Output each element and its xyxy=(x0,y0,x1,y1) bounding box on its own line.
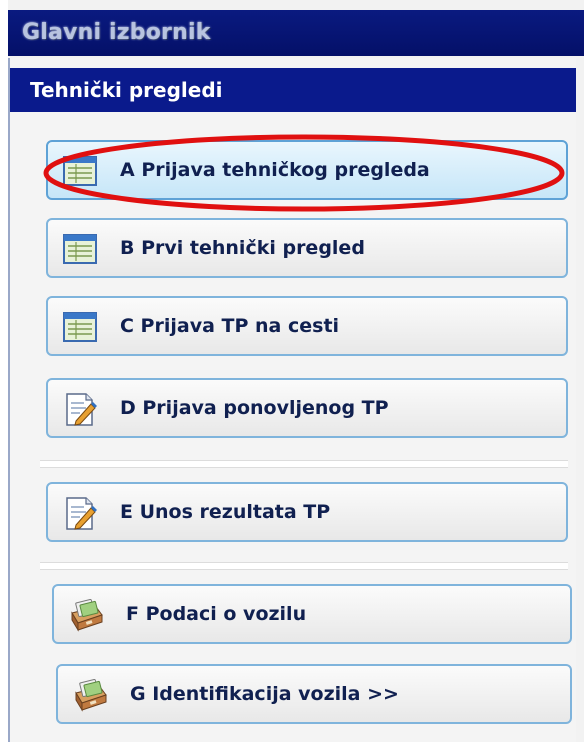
menu-item-label: A Prijava tehničkog pregleda xyxy=(120,159,430,181)
document-pencil-icon xyxy=(66,497,97,530)
menu-item-prijava-tp-na-cesti[interactable]: C Prijava TP na cesti xyxy=(46,296,568,356)
window-title: Glavni izbornik xyxy=(22,20,211,45)
menu-item-label: C Prijava TP na cesti xyxy=(120,315,340,337)
window-title-bar: Glavni izbornik xyxy=(8,10,584,56)
table-form-icon xyxy=(63,312,97,342)
card-file-box-icon xyxy=(75,678,107,712)
section-title: Tehnički pregledi xyxy=(30,78,223,102)
menu-item-podaci-o-vozilu[interactable]: F Podaci o vozilu xyxy=(52,584,572,644)
menu-separator xyxy=(40,460,568,468)
menu-item-unos-rezultata-tp[interactable]: E Unos rezultata TP xyxy=(46,482,568,542)
menu-item-label: D Prijava ponovljenog TP xyxy=(120,397,389,419)
section-header[interactable]: Tehnički pregledi xyxy=(10,68,576,112)
table-form-icon xyxy=(63,234,97,264)
card-file-box-icon xyxy=(71,598,103,632)
menu-separator xyxy=(40,562,568,570)
menu-item-label: F Podaci o vozilu xyxy=(126,603,307,625)
document-pencil-icon xyxy=(66,393,97,426)
menu-item-identifikacija-vozila[interactable]: G Identifikacija vozila >> xyxy=(56,664,572,724)
menu-item-prvi-tehnicki-pregled[interactable]: B Prvi tehnički pregled xyxy=(46,218,568,278)
menu-item-label: G Identifikacija vozila >> xyxy=(130,683,399,705)
menu-item-label: B Prvi tehnički pregled xyxy=(120,237,365,259)
menu-item-prijava-ponovljenog-tp[interactable]: D Prijava ponovljenog TP xyxy=(46,378,568,438)
menu-item-prijava-tehnickog-pregleda[interactable]: A Prijava tehničkog pregleda xyxy=(46,140,568,200)
menu-item-label: E Unos rezultata TP xyxy=(120,501,331,523)
table-form-icon xyxy=(63,156,97,186)
